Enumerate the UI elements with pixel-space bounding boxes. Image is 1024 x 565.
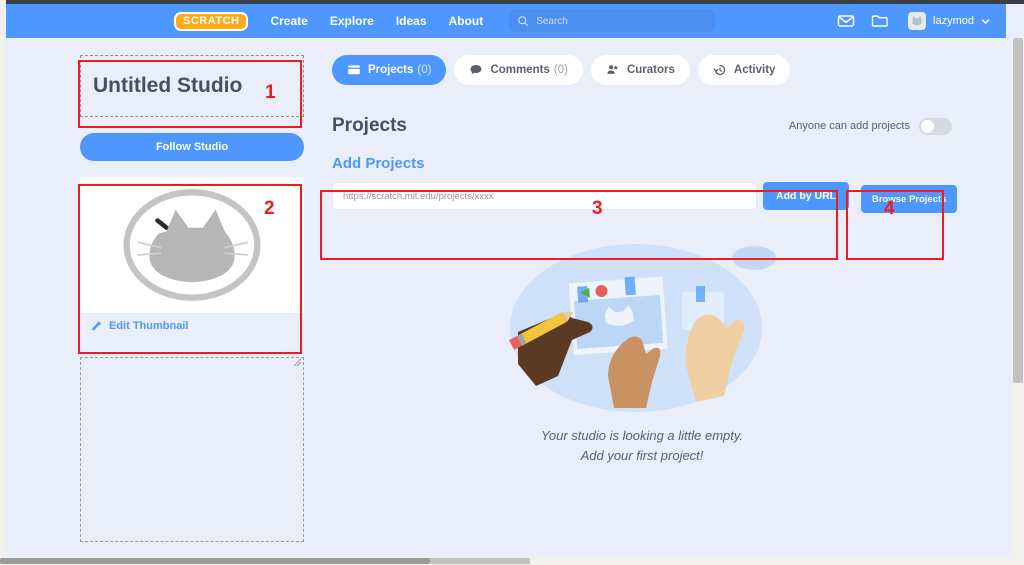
page-title: Untitled Studio — [93, 74, 243, 97]
nav-item-ideas[interactable]: Ideas — [396, 14, 427, 28]
horizontal-scrollbar-track-segment[interactable] — [430, 558, 530, 564]
tab-comments[interactable]: Comments (0) — [454, 55, 583, 85]
vertical-scrollbar[interactable] — [1012, 38, 1024, 565]
people-icon — [607, 65, 618, 74]
annotation-number-3: 3 — [592, 198, 603, 219]
nav-item-create[interactable]: Create — [270, 14, 307, 28]
annotation-number-2: 2 — [264, 198, 275, 219]
resize-grip-icon[interactable] — [294, 359, 302, 367]
search-placeholder-text: Search — [536, 15, 568, 27]
folder-icon[interactable] — [870, 11, 890, 31]
search-icon — [518, 16, 529, 27]
envelope-icon[interactable] — [836, 11, 856, 31]
toggle-knob — [921, 119, 934, 133]
tab-curators-label: Curators — [626, 64, 675, 76]
project-url-placeholder: https://scratch.mit.edu/projects/xxxx — [343, 190, 494, 202]
studio-main: Projects (0) Comments (0) Curators Activ… — [332, 55, 958, 465]
add-by-url-button[interactable]: Add by URL — [763, 182, 850, 210]
empty-state: Your studio is looking a little empty. A… — [332, 236, 952, 465]
follow-studio-button[interactable]: Follow Studio — [80, 133, 304, 161]
edit-thumbnail-row[interactable]: Edit Thumbnail — [80, 313, 304, 339]
empty-state-message: Your studio is looking a little empty. A… — [541, 426, 743, 465]
annotation-number-4: 4 — [884, 198, 895, 219]
anyone-can-add-label: Anyone can add projects — [788, 120, 910, 132]
nav-item-about[interactable]: About — [449, 14, 484, 28]
browse-projects-button[interactable]: Browse Projects — [861, 185, 958, 213]
navbar-right-group: lazymod — [822, 11, 990, 31]
empty-state-line-2: Add your first project! — [580, 447, 704, 463]
tab-projects-count: (0) — [417, 64, 432, 76]
tab-projects[interactable]: Projects (0) — [332, 55, 447, 85]
annotation-number-1: 1 — [265, 82, 276, 103]
tab-comments-count: (0) — [553, 64, 568, 76]
studio-sidebar: Untitled Studio Follow Studio Edit Thumb… — [80, 55, 304, 542]
username-label[interactable]: lazymod — [933, 15, 974, 27]
project-url-input[interactable]: https://scratch.mit.edu/projects/xxxx — [332, 182, 757, 210]
cat-avatar-illustration — [123, 189, 261, 301]
comment-icon — [471, 64, 482, 75]
pencil-icon — [91, 321, 102, 331]
anyone-can-add-toggle[interactable] — [919, 117, 952, 135]
history-icon — [713, 64, 726, 76]
avatar-cat-icon — [912, 15, 922, 26]
tab-curators[interactable]: Curators — [590, 55, 690, 85]
left-gutter — [0, 0, 6, 565]
edit-thumbnail-label: Edit Thumbnail — [109, 320, 189, 332]
projects-heading: Projects — [332, 115, 407, 136]
add-projects-title: Add Projects — [332, 155, 425, 172]
nav-item-explore[interactable]: Explore — [330, 14, 374, 28]
studio-page: Untitled Studio Follow Studio Edit Thumb… — [6, 38, 1006, 558]
horizontal-scrollbar[interactable] — [0, 557, 1024, 565]
site-navbar: SCRATCH Create Explore Ideas About Searc… — [6, 4, 1006, 38]
projects-header-row: Projects Anyone can add projects — [332, 115, 952, 137]
avatar[interactable] — [908, 12, 927, 30]
tab-activity-label: Activity — [733, 64, 776, 76]
search-input[interactable]: Search — [509, 10, 716, 32]
tab-projects-label: Projects — [368, 64, 414, 76]
tab-comments-label: Comments — [490, 64, 550, 76]
horizontal-scrollbar-thumb[interactable] — [0, 558, 430, 564]
add-by-url-row: https://scratch.mit.edu/projects/xxxx Ad… — [332, 182, 952, 210]
vertical-scrollbar-thumb[interactable] — [1013, 38, 1023, 383]
cards-icon — [348, 65, 360, 75]
empty-state-illustration — [509, 244, 776, 412]
studio-tabs: Projects (0) Comments (0) Curators Activ… — [332, 55, 952, 85]
tab-activity[interactable]: Activity — [697, 55, 791, 85]
scratch-logo[interactable]: SCRATCH — [174, 11, 249, 31]
empty-state-line-1: Your studio is looking a little empty. — [540, 428, 744, 443]
chevron-down-icon[interactable] — [981, 17, 990, 26]
studio-description-textarea[interactable] — [80, 357, 304, 542]
add-projects-section: Add Projects https://scratch.mit.edu/pro… — [332, 155, 958, 213]
